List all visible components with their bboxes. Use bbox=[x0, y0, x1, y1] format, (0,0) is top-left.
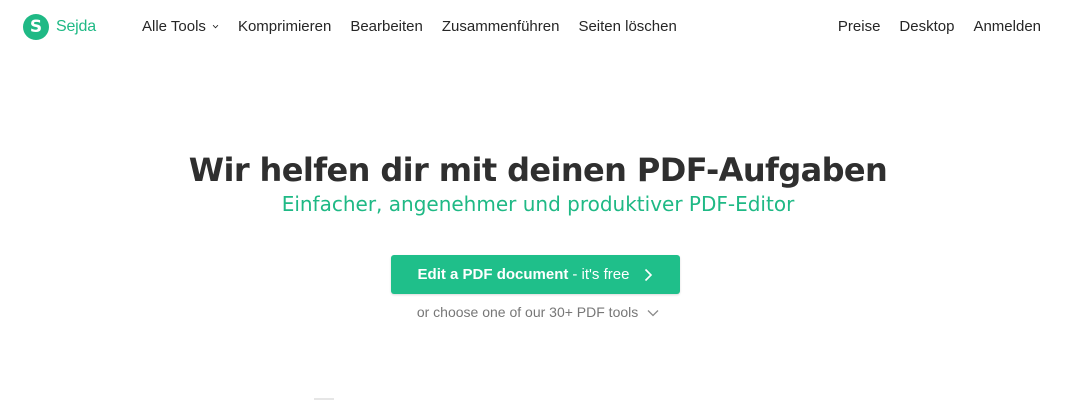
hero-title: Wir helfen dir mit deinen PDF-Aufgaben bbox=[188, 151, 888, 189]
nav-item-all-tools[interactable]: Alle Tools bbox=[142, 18, 219, 35]
divider bbox=[314, 398, 334, 400]
account-nav: Preise Desktop Anmelden bbox=[819, 18, 1041, 35]
nav-item-desktop[interactable]: Desktop bbox=[899, 18, 954, 35]
hero-section: Wir helfen dir mit deinen PDF-Aufgaben E… bbox=[0, 150, 1076, 217]
nav-item-pricing[interactable]: Preise bbox=[838, 18, 881, 35]
top-navigation-bar: S Sejda Alle Tools Komprimieren Bearbeit… bbox=[0, 0, 1076, 54]
edit-pdf-button[interactable]: Edit a PDF document - it's free bbox=[391, 255, 680, 294]
brand-name: Sejda bbox=[56, 18, 96, 35]
nav-item-merge[interactable]: Zusammenführen bbox=[442, 18, 560, 35]
nav-item-compress[interactable]: Komprimieren bbox=[238, 18, 331, 35]
sejda-logo-link[interactable]: S Sejda bbox=[23, 14, 96, 40]
sejda-logo-icon: S bbox=[23, 14, 49, 40]
edit-pdf-button-label: Edit a PDF document bbox=[417, 266, 569, 283]
nav-item-all-tools-label: Alle Tools bbox=[142, 18, 206, 35]
choose-pdf-tools-link[interactable]: or choose one of our 30+ PDF tools bbox=[0, 304, 1076, 320]
choose-pdf-tools-label: or choose one of our 30+ PDF tools bbox=[416, 304, 639, 320]
chevron-down-icon bbox=[212, 24, 219, 29]
chevron-right-icon bbox=[645, 268, 653, 281]
nav-item-delete-pages[interactable]: Seiten löschen bbox=[578, 18, 676, 35]
hero-subtitle: Einfacher, angenehmer und produktiver PD… bbox=[281, 192, 795, 216]
nav-item-sign-in[interactable]: Anmelden bbox=[973, 18, 1041, 35]
chevron-down-icon bbox=[647, 310, 659, 317]
nav-item-edit[interactable]: Bearbeiten bbox=[350, 18, 423, 35]
main-nav: Alle Tools Komprimieren Bearbeiten Zusam… bbox=[142, 18, 696, 35]
edit-pdf-button-free-label: - it's free bbox=[572, 266, 630, 283]
